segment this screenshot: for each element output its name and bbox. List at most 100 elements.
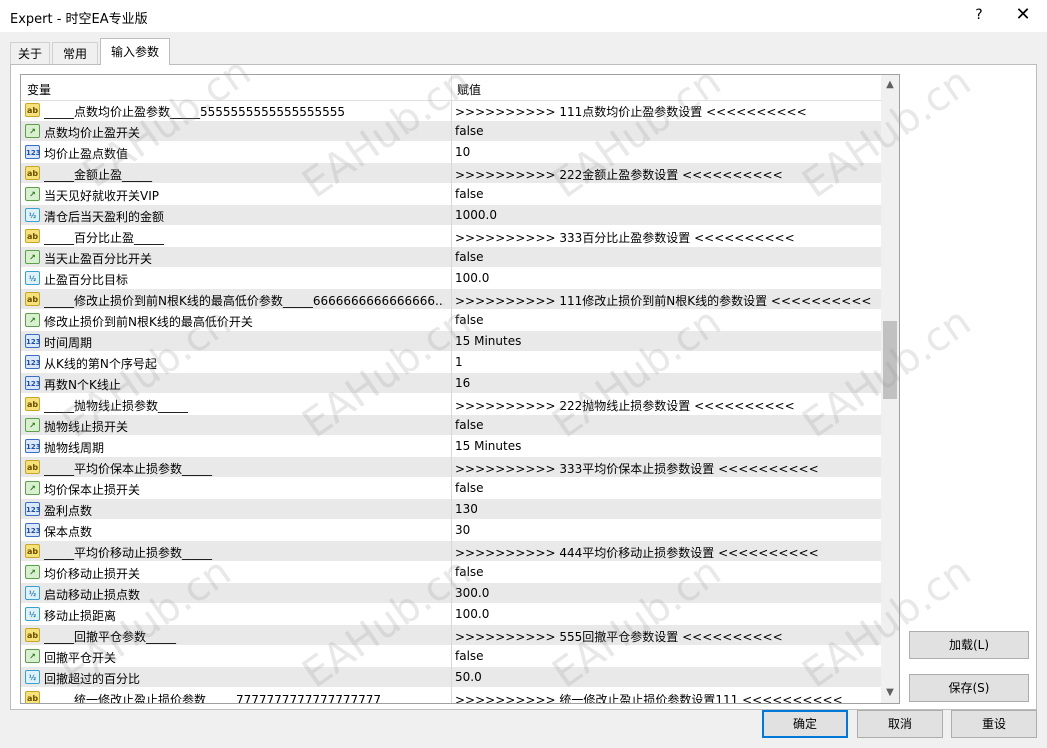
parameter-row[interactable]: 123 再数N个K线止 16	[21, 373, 881, 394]
parameter-name: _____平均价保本止损参数_____	[44, 462, 213, 476]
parameter-row[interactable]: ab _____统一修改止盈止损价参数_____77777777777777777…	[21, 688, 881, 704]
parameter-value[interactable]: >>>>>>>>>> 222抛物线止损参数设置 <<<<<<<<<<	[455, 397, 879, 414]
parameter-row[interactable]: ↗ 抛物线止损开关 false	[21, 415, 881, 436]
parameter-row[interactable]: ↗ 均价移动止损开关 false	[21, 562, 881, 583]
parameter-value[interactable]: >>>>>>>>>> 111点数均价止盈参数设置 <<<<<<<<<<	[455, 103, 879, 120]
parameter-name: 清仓后当天盈利的金额	[44, 210, 165, 224]
parameter-value[interactable]: 100.0	[455, 271, 879, 285]
parameter-value[interactable]: >>>>>>>>>> 222金额止盈参数设置 <<<<<<<<<<	[455, 166, 879, 183]
scroll-up-arrow-icon[interactable]: ▲	[881, 75, 899, 95]
parameter-name: 当天见好就收开关VIP	[44, 189, 159, 203]
parameter-value[interactable]: 15 Minutes	[455, 439, 879, 453]
scrollbar-thumb[interactable]	[883, 321, 897, 399]
parameter-row[interactable]: ↗ 点数均价止盈开关 false	[21, 121, 881, 142]
parameter-row[interactable]: 123 均价止盈点数值 10	[21, 142, 881, 163]
parameter-value[interactable]: false	[455, 565, 879, 579]
parameter-row[interactable]: ↗ 均价保本止损开关 false	[21, 478, 881, 499]
parameter-value[interactable]: 10	[455, 145, 879, 159]
parameter-value[interactable]: 300.0	[455, 586, 879, 600]
help-button[interactable]: ?	[968, 3, 990, 27]
parameter-name: 回撤超过的百分比	[44, 672, 141, 686]
parameter-name: _____金额止盈_____	[44, 168, 153, 182]
parameter-name: 移动止损距离	[44, 609, 117, 623]
column-header-variable[interactable]: 变量	[27, 81, 51, 98]
parameter-row[interactable]: 123 盈利点数 130	[21, 499, 881, 520]
parameter-value[interactable]: 1	[455, 355, 879, 369]
parameter-row[interactable]: ab _____抛物线止损参数_____ >>>>>>>>>> 222抛物线止损参数…	[21, 394, 881, 415]
load-button[interactable]: 加载(L)	[909, 631, 1029, 659]
parameter-name: 从K线的第N个序号起	[44, 357, 157, 371]
scroll-down-arrow-icon[interactable]: ▼	[881, 683, 899, 703]
tab-about[interactable]: 关于	[10, 42, 50, 65]
param-type-bool-icon: ↗	[25, 187, 40, 201]
parameter-name: _____点数均价止盈参数_____5555555555555555555	[44, 105, 346, 119]
save-button[interactable]: 保存(S)	[909, 674, 1029, 702]
param-type-ab-icon: ab	[25, 691, 40, 703]
vertical-scrollbar[interactable]: ▲ ▼	[881, 75, 899, 703]
parameter-value[interactable]: false	[455, 418, 879, 432]
parameter-value[interactable]: >>>>>>>>>> 555回撤平仓参数设置 <<<<<<<<<<	[455, 628, 879, 645]
parameter-row[interactable]: ab _____金额止盈_____ >>>>>>>>>> 222金额止盈参数设置 <…	[21, 163, 881, 184]
parameter-row[interactable]: ab _____点数均价止盈参数_____5555555555555555555 >…	[21, 100, 881, 121]
parameter-value[interactable]: 1000.0	[455, 208, 879, 222]
parameter-row[interactable]: 123 保本点数 30	[21, 520, 881, 541]
parameter-value[interactable]: false	[455, 649, 879, 663]
param-type-bool-icon: ↗	[25, 565, 40, 579]
parameter-value[interactable]: 130	[455, 502, 879, 516]
parameter-value[interactable]: 15 Minutes	[455, 334, 879, 348]
parameter-value[interactable]: false	[455, 124, 879, 138]
parameter-value[interactable]: false	[455, 250, 879, 264]
close-button[interactable]: ✕	[1010, 3, 1036, 27]
parameter-row[interactable]: ab _____百分比止盈_____ >>>>>>>>>> 333百分比止盈参数设置…	[21, 226, 881, 247]
parameter-row[interactable]: ½ 回撤超过的百分比 50.0	[21, 667, 881, 688]
parameter-value[interactable]: >>>>>>>>>> 111修改止损价到前N根K线的参数设置 <<<<<<<<<…	[455, 292, 879, 309]
parameter-name: 均价止盈点数值	[44, 147, 129, 161]
parameter-row[interactable]: ↗ 当天见好就收开关VIP false	[21, 184, 881, 205]
param-type-int-icon: 123	[25, 355, 41, 369]
parameter-row[interactable]: 123 从K线的第N个序号起 1	[21, 352, 881, 373]
parameter-row[interactable]: ab _____回撤平仓参数_____ >>>>>>>>>> 555回撤平仓参数设置…	[21, 625, 881, 646]
parameter-value[interactable]: 16	[455, 376, 879, 390]
parameter-value[interactable]: false	[455, 313, 879, 327]
parameter-value[interactable]: false	[455, 481, 879, 495]
parameter-row[interactable]: ↗ 当天止盈百分比开关 false	[21, 247, 881, 268]
parameter-row[interactable]: ab _____修改止损价到前N根K线的最高低价参数_____6666666666…	[21, 289, 881, 310]
param-type-ab-icon: ab	[25, 166, 40, 180]
tab-input-parameters[interactable]: 输入参数	[100, 38, 170, 65]
parameter-value[interactable]: 50.0	[455, 670, 879, 684]
parameter-name: _____统一修改止盈止损价参数_____7777777777777777777	[44, 693, 382, 704]
parameter-row[interactable]: ½ 启动移动止损点数 300.0	[21, 583, 881, 604]
parameter-row[interactable]: ↗ 回撤平仓开关 false	[21, 646, 881, 667]
parameter-name: 保本点数	[44, 525, 93, 539]
parameter-value[interactable]: false	[455, 187, 879, 201]
parameter-row[interactable]: 123 抛物线周期 15 Minutes	[21, 436, 881, 457]
parameter-row[interactable]: ab _____平均价保本止损参数_____ >>>>>>>>>> 333平均价保本…	[21, 457, 881, 478]
grid-header: 变量 赋值	[21, 75, 881, 101]
parameter-row[interactable]: ↗ 修改止损价到前N根K线的最高低价开关 false	[21, 310, 881, 331]
parameter-value[interactable]: 100.0	[455, 607, 879, 621]
parameter-name: 再数N个K线止	[44, 378, 121, 392]
parameter-row[interactable]: ab _____平均价移动止损参数_____ >>>>>>>>>> 444平均价移动…	[21, 541, 881, 562]
window-title: Expert - 时空EA专业版	[10, 12, 148, 27]
parameter-name: _____平均价移动止损参数_____	[44, 546, 213, 560]
parameter-value[interactable]: >>>>>>>>>> 统一修改止盈止损价参数设置111 <<<<<<<<<<	[455, 691, 879, 703]
tab-common[interactable]: 常用	[52, 42, 98, 65]
parameter-name: 点数均价止盈开关	[44, 126, 141, 140]
parameter-name: 盈利点数	[44, 504, 93, 518]
ok-button[interactable]: 确定	[762, 710, 848, 738]
parameter-value[interactable]: 30	[455, 523, 879, 537]
column-header-value[interactable]: 赋值	[457, 81, 481, 98]
parameter-row[interactable]: ½ 清仓后当天盈利的金额 1000.0	[21, 205, 881, 226]
param-type-dbl-icon: ½	[25, 607, 40, 621]
parameter-row[interactable]: 123 时间周期 15 Minutes	[21, 331, 881, 352]
param-type-int-icon: 123	[25, 145, 41, 159]
parameter-value[interactable]: >>>>>>>>>> 333百分比止盈参数设置 <<<<<<<<<<	[455, 229, 879, 246]
parameter-row[interactable]: ½ 止盈百分比目标 100.0	[21, 268, 881, 289]
parameter-value[interactable]: >>>>>>>>>> 333平均价保本止损参数设置 <<<<<<<<<<	[455, 460, 879, 477]
param-type-dbl-icon: ½	[25, 586, 40, 600]
reset-button[interactable]: 重设	[951, 710, 1037, 738]
parameter-row[interactable]: ½ 移动止损距离 100.0	[21, 604, 881, 625]
parameter-value[interactable]: >>>>>>>>>> 444平均价移动止损参数设置 <<<<<<<<<<	[455, 544, 879, 561]
cancel-button[interactable]: 取消	[857, 710, 943, 738]
parameter-name: 启动移动止损点数	[44, 588, 141, 602]
